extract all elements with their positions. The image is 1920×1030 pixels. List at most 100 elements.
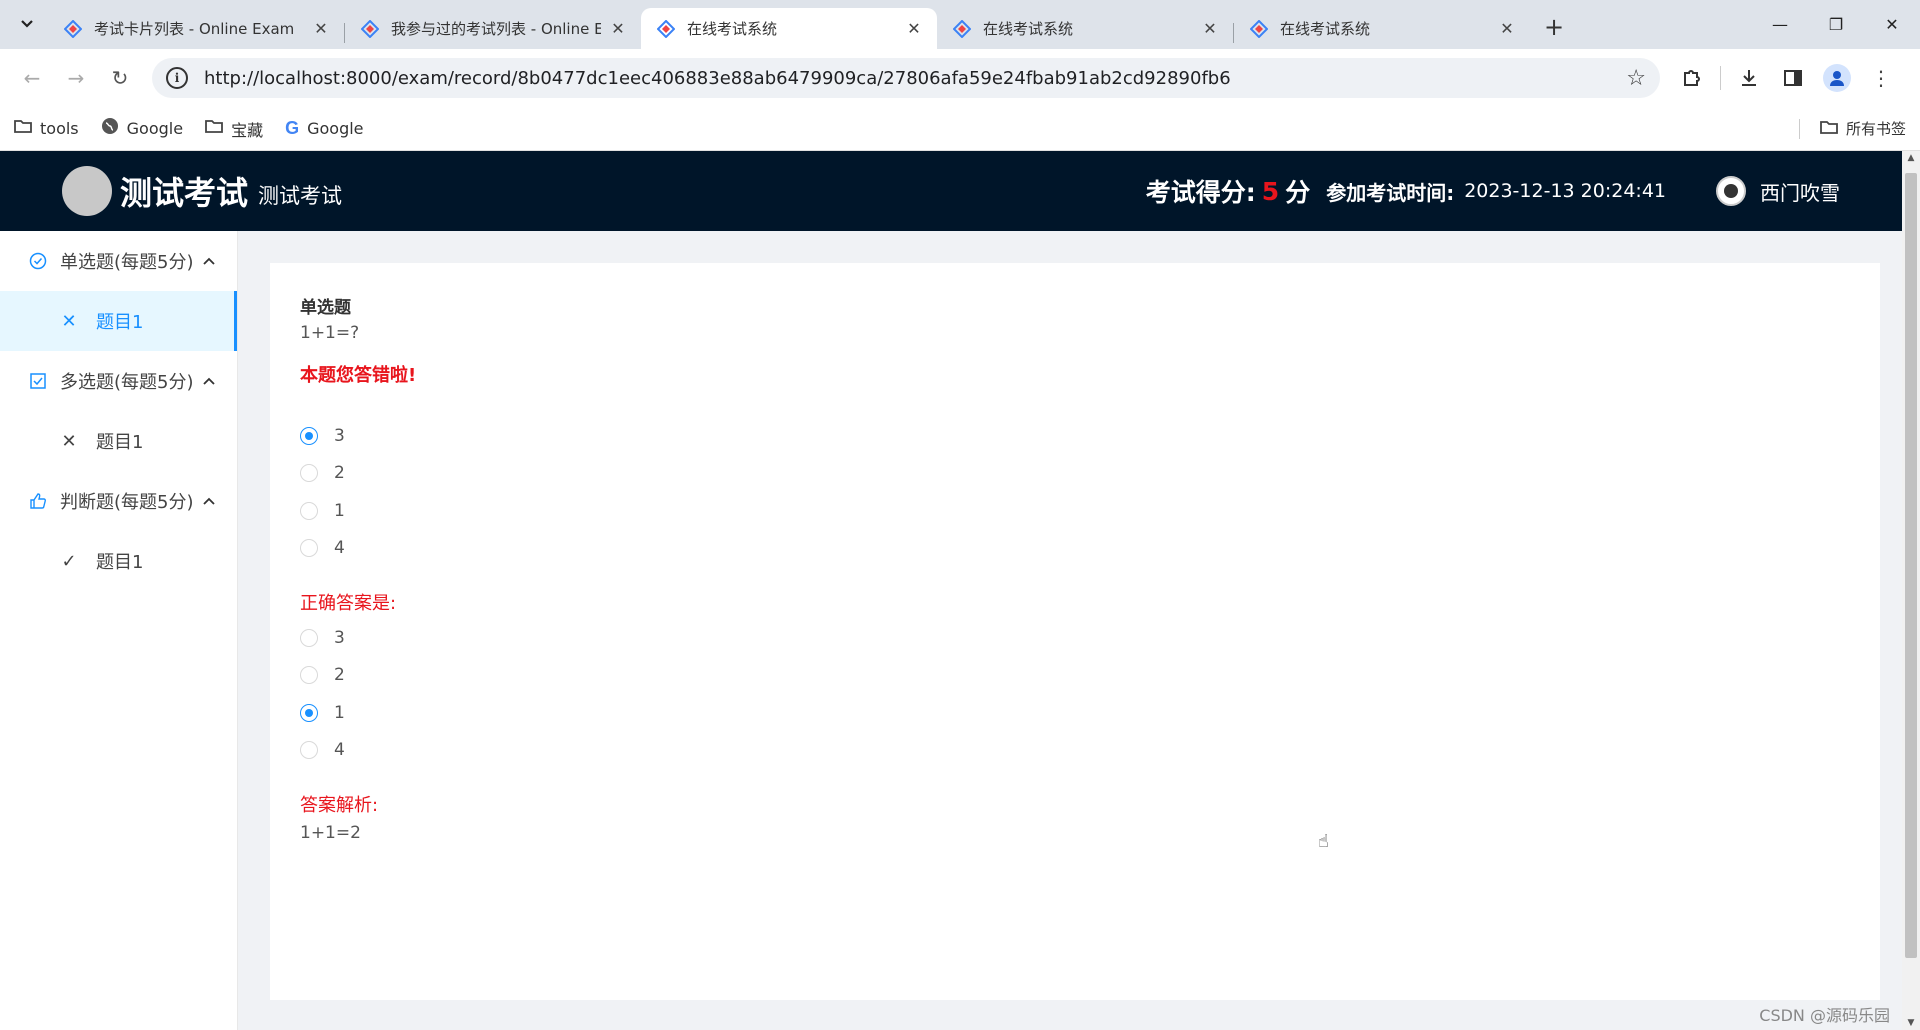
profile-button[interactable]: [1815, 56, 1859, 100]
page-viewport: 测试考试 测试考试 考试得分: 5 分 参加考试时间: 2023-12-13 2…: [0, 151, 1902, 1030]
bookmark-google-1[interactable]: Google: [101, 117, 183, 140]
option-label: 1: [334, 702, 345, 723]
back-button[interactable]: ←: [12, 58, 52, 98]
close-tab-icon[interactable]: ✕: [1201, 19, 1219, 38]
close-tab-icon[interactable]: ✕: [1498, 19, 1516, 38]
logo: [62, 166, 112, 216]
scrollbar-thumb[interactable]: [1905, 173, 1917, 958]
scroll-up-arrow-icon[interactable]: ▲: [1902, 153, 1920, 163]
address-bar[interactable]: i http://localhost:8000/exam/record/8b04…: [152, 58, 1660, 98]
bookmarks-divider: [1798, 118, 1800, 139]
score-label: 考试得分:: [1145, 178, 1256, 207]
radio-button[interactable]: [300, 426, 318, 445]
all-bookmarks[interactable]: 所有书签: [1798, 118, 1906, 139]
exam-time-value: 2023-12-13 20:24:41: [1464, 180, 1666, 202]
answer-option[interactable]: 3: [300, 417, 1850, 455]
tab-title: 考试卡片列表 - Online Exam: [94, 20, 295, 38]
answer-option[interactable]: 2: [300, 455, 1850, 493]
check-icon: ✓: [61, 550, 77, 572]
answer-option[interactable]: 3: [300, 619, 1850, 657]
option-label: 2: [334, 463, 345, 484]
url-text[interactable]: http://localhost:8000/exam/record/8b0477…: [204, 68, 1626, 89]
group-single-choice[interactable]: 单选题(每题5分): [0, 231, 237, 291]
chevron-up-icon: [203, 374, 215, 389]
close-tab-icon[interactable]: ✕: [609, 19, 627, 38]
answer-option[interactable]: 1: [300, 694, 1850, 732]
scrollbar[interactable]: ▲ ▼: [1902, 151, 1920, 1030]
browser-tab[interactable]: 在线考试系统 ✕: [937, 8, 1233, 49]
group-label: 多选题(每题5分): [60, 372, 194, 393]
browser-tab[interactable]: 我参与过的考试列表 - Online E ✕: [345, 8, 641, 49]
close-tab-icon[interactable]: ✕: [312, 19, 330, 38]
group-multiple-choice[interactable]: 多选题(每题5分): [0, 351, 237, 411]
new-tab-button[interactable]: +: [1536, 9, 1572, 45]
group-true-false[interactable]: 判断题(每题5分): [0, 471, 237, 531]
sidebar-item-multi-q1[interactable]: ✕ 题目1: [0, 411, 237, 471]
watermark: CSDN @源码乐园: [1759, 1006, 1890, 1025]
tab-title: 在线考试系统: [1280, 20, 1371, 38]
extensions-icon[interactable]: [1670, 56, 1714, 100]
radio-button[interactable]: [300, 666, 318, 685]
bookmark-treasure[interactable]: 宝藏: [205, 117, 263, 141]
user-name[interactable]: 西门吹雪: [1760, 177, 1840, 206]
scroll-down-arrow-icon[interactable]: ▼: [1902, 1018, 1920, 1028]
answer-option[interactable]: 1: [300, 492, 1850, 530]
side-panel-icon[interactable]: [1771, 56, 1815, 100]
sidebar-item-label: 题目1: [96, 312, 144, 333]
hand-cursor-icon: ☝: [1318, 831, 1329, 852]
question-sidebar: 单选题(每题5分) ✕ 题目1 多选题(每题5分) ✕ 题目1 判断题(每题5分…: [0, 231, 238, 1030]
minimize-button[interactable]: —: [1752, 0, 1808, 48]
close-window-button[interactable]: ✕: [1864, 0, 1920, 48]
question-type: 单选题: [300, 298, 351, 318]
option-label: 3: [334, 425, 345, 446]
bookmark-label: Google: [307, 119, 364, 138]
reload-button[interactable]: ↻: [100, 58, 140, 98]
tab-title: 在线考试系统: [687, 20, 778, 38]
wrong-answer-notice: 本题您答错啦!: [300, 365, 417, 386]
sidebar-item-tf-q1[interactable]: ✓ 题目1: [0, 531, 237, 591]
cross-icon: ✕: [61, 430, 77, 452]
app-favicon-icon: [361, 19, 379, 38]
radio-button[interactable]: [300, 741, 318, 760]
answer-option[interactable]: 4: [300, 732, 1850, 770]
avatar[interactable]: [1716, 176, 1746, 206]
brand-subtitle: 测试考试: [258, 184, 343, 208]
close-tab-icon[interactable]: ✕: [905, 19, 923, 38]
radio-button[interactable]: [300, 464, 318, 483]
header-right: 考试得分: 5 分 参加考试时间: 2023-12-13 20:24:41 西门…: [1146, 173, 1840, 209]
forward-button[interactable]: →: [56, 58, 96, 98]
restore-button[interactable]: ❐: [1808, 0, 1864, 48]
sidebar-item-single-q1[interactable]: ✕ 题目1: [0, 291, 237, 351]
chevron-up-icon: [203, 254, 215, 269]
site-info-icon[interactable]: i: [166, 67, 188, 89]
toolbar: ← → ↻ i http://localhost:8000/exam/recor…: [0, 49, 1920, 107]
app-favicon-icon: [953, 19, 971, 38]
menu-icon[interactable]: ⋮: [1859, 56, 1903, 100]
correct-answer-label: 正确答案是:: [300, 593, 397, 614]
app-header: 测试考试 测试考试 考试得分: 5 分 参加考试时间: 2023-12-13 2…: [0, 151, 1902, 231]
radio-button[interactable]: [300, 501, 318, 520]
download-icon[interactable]: [1727, 56, 1771, 100]
bookmark-star-icon[interactable]: ☆: [1626, 66, 1646, 91]
radio-button[interactable]: [300, 539, 318, 558]
brand-title: 测试考试: [120, 174, 249, 212]
radio-button[interactable]: [300, 628, 318, 647]
cross-icon: ✕: [61, 310, 77, 332]
bookmark-tools[interactable]: tools: [14, 118, 79, 139]
option-label: 3: [334, 627, 345, 648]
check-square-icon: [28, 371, 48, 391]
option-label: 4: [334, 740, 345, 761]
app-favicon-icon: [1250, 19, 1268, 38]
question-text: 1+1=?: [300, 323, 360, 343]
tab-search-button[interactable]: [8, 5, 46, 43]
answer-option[interactable]: 2: [300, 657, 1850, 695]
check-circle-icon: [28, 251, 48, 271]
app-favicon-icon: [64, 19, 82, 38]
browser-tab[interactable]: 在线考试系统 ✕: [1234, 8, 1530, 49]
browser-tab[interactable]: 考试卡片列表 - Online Exam ✕: [48, 8, 344, 49]
analysis-text: 1+1=2: [300, 823, 361, 843]
browser-tab[interactable]: 在线考试系统 ✕: [641, 8, 937, 49]
bookmark-google-2[interactable]: G Google: [285, 118, 363, 139]
radio-button[interactable]: [300, 703, 318, 722]
answer-option[interactable]: 4: [300, 530, 1850, 568]
